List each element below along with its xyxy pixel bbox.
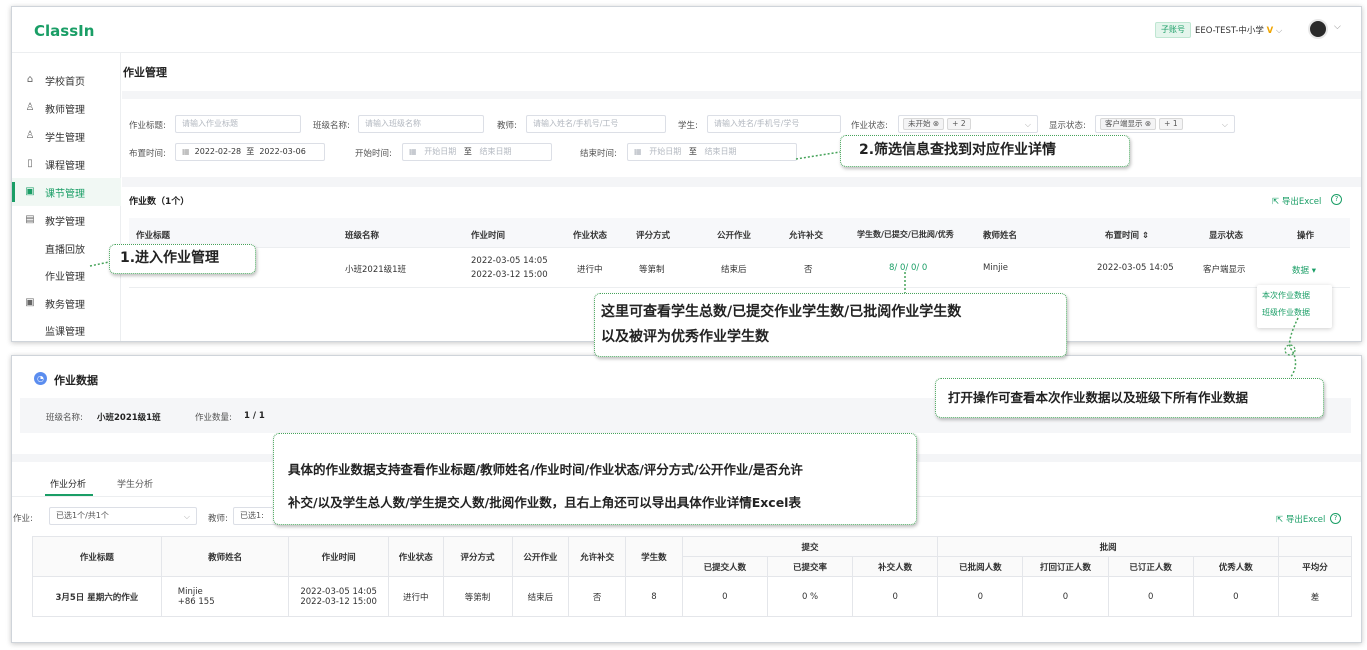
callout-line: 补交/以及学生总人数/学生提交人数/批阅作业数，且右上角还可以导出具体作业详情E… xyxy=(288,495,801,510)
callout-step1: 1.进入作业管理 xyxy=(109,244,256,274)
callout-line: 具体的作业数据支持查看作业标题/教师姓名/作业时间/作业状态/评分方式/公开作业… xyxy=(288,462,803,477)
callout-data-explainer: 具体的作业数据支持查看作业标题/教师姓名/作业时间/作业状态/评分方式/公开作业… xyxy=(273,433,917,525)
callout-step2: 2.筛选信息查找到对应作业详情 xyxy=(840,135,1130,167)
callout-line: 这里可查看学生总数/已提交作业学生数/已批阅作业学生数 xyxy=(601,304,962,320)
callout-counts-explainer: 这里可查看学生总数/已提交作业学生数/已批阅作业学生数 以及被评为优秀作业学生数 xyxy=(594,293,1067,357)
callout-line: 以及被评为优秀作业学生数 xyxy=(601,329,769,345)
callout-action-explainer: 打开操作可查看本次作业数据以及班级下所有作业数据 xyxy=(935,378,1324,418)
